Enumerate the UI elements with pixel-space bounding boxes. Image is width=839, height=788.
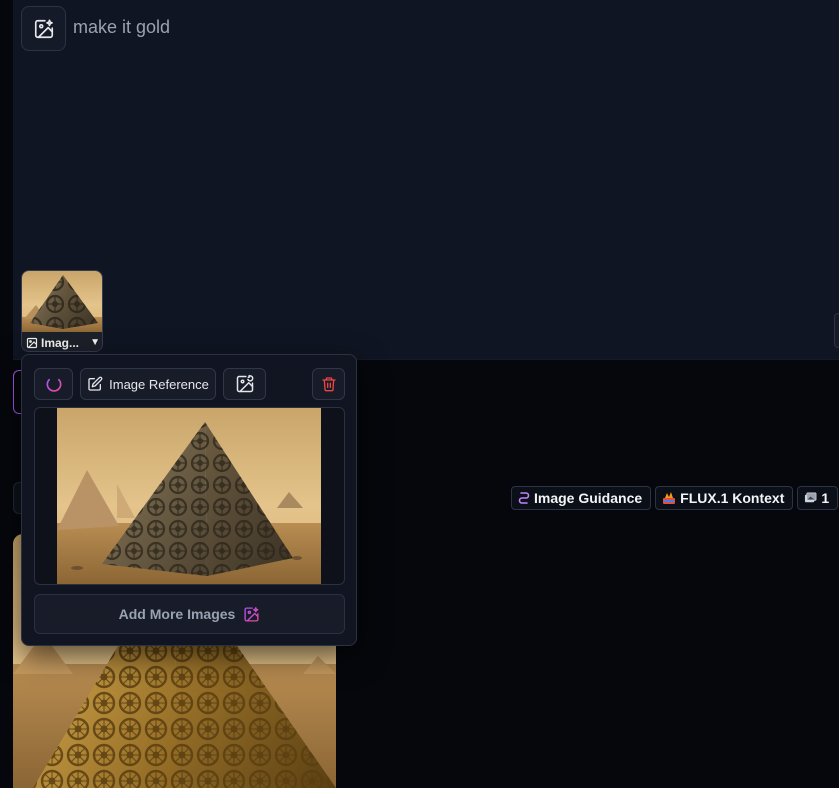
image-reference-popover: Image Reference Add More Images xyxy=(21,354,357,646)
tag-model[interactable]: FLUX.1 Kontext xyxy=(655,486,794,510)
attached-image-bar: Imag... ▼ xyxy=(22,332,102,351)
edit-icon xyxy=(88,376,103,391)
image-reference-button[interactable]: Image Reference xyxy=(80,368,216,400)
tag-label: 1 xyxy=(821,490,830,506)
tag-label: FLUX.1 Kontext xyxy=(680,490,785,506)
generation-tags: Image Guidance FLUX.1 Kontext 1 xyxy=(511,486,839,510)
power-toggle-button[interactable] xyxy=(34,368,73,400)
add-more-images-label: Add More Images xyxy=(118,606,236,622)
image-reference-label: Image Reference xyxy=(109,376,209,392)
attached-image-chip[interactable]: Imag... ▼ xyxy=(21,270,103,352)
tag-image-count[interactable]: 1 xyxy=(797,486,839,510)
attached-image-thumbnail xyxy=(22,271,102,333)
tag-label: Image Guidance xyxy=(534,490,643,506)
prompt-text[interactable]: make it gold xyxy=(73,17,170,38)
flux-logo-icon xyxy=(663,492,676,504)
image-icon xyxy=(26,337,38,348)
guidance-icon xyxy=(518,492,530,504)
image-plus-icon xyxy=(34,18,53,38)
attached-image-label: Imag... xyxy=(41,335,80,350)
replace-image-button[interactable] xyxy=(223,368,266,400)
trash-icon xyxy=(321,377,336,392)
tag-image-guidance[interactable]: Image Guidance xyxy=(511,486,652,510)
add-image-button[interactable] xyxy=(21,6,66,51)
panel-edge-button[interactable] xyxy=(834,313,839,348)
reference-image xyxy=(57,408,321,584)
reference-image-preview xyxy=(34,407,345,585)
caret-down-icon[interactable]: ▼ xyxy=(90,337,100,348)
image-sparkle-icon xyxy=(244,606,259,622)
image-count-icon xyxy=(805,492,817,502)
image-refresh-icon xyxy=(236,374,253,393)
delete-image-button[interactable] xyxy=(312,368,345,400)
power-icon xyxy=(46,375,61,392)
add-more-images-button[interactable]: Add More Images xyxy=(34,594,345,634)
prompt-panel xyxy=(13,0,839,360)
